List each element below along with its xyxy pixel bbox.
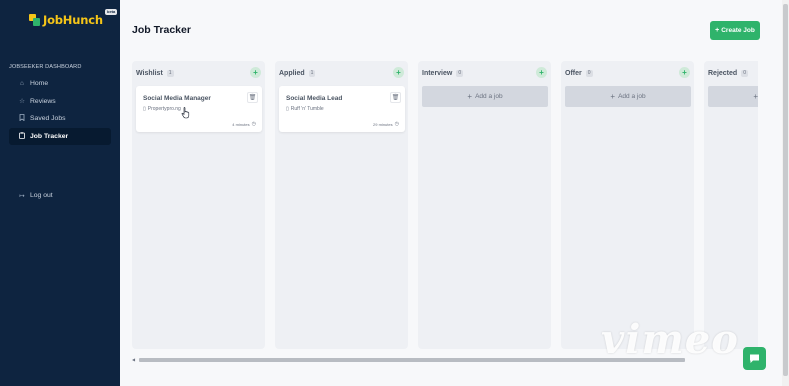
home-icon: ⌂ xyxy=(20,80,24,87)
add-job-button[interactable]: + Add a job xyxy=(565,86,691,107)
column-add-button[interactable]: + xyxy=(536,67,547,78)
column-add-button[interactable]: + xyxy=(250,67,261,78)
logout-label: Log out xyxy=(30,192,53,199)
page-title: Job Tracker xyxy=(132,24,191,36)
sidebar-item-label: Reviews xyxy=(30,97,56,105)
plus-icon: + xyxy=(715,27,720,34)
star-icon: ☆ xyxy=(19,98,25,105)
logo-mark-icon xyxy=(29,14,40,26)
column-interview: Interview 0 + + Add a job xyxy=(418,61,551,349)
time-label: 29 minutes xyxy=(373,121,393,127)
column-count-badge: 0 xyxy=(741,69,748,77)
job-title: Social Media Manager xyxy=(143,95,211,102)
column-count-badge: 0 xyxy=(456,69,464,77)
column-wishlist: Wishlist 1 + Social Media Manager ▯ Prop… xyxy=(132,61,265,349)
building-icon: ▯ xyxy=(143,106,146,112)
sidebar-nav: ⌂ Home ☆ Reviews Saved Jobs Job Tracker xyxy=(9,75,111,145)
hand-cursor-icon xyxy=(181,107,190,119)
add-job-label: Add a job xyxy=(475,93,503,100)
sidebar: JobHunch beta JOBSEEKER DASHBOARD ⌂ Home… xyxy=(0,0,120,386)
company-name: Propertypro.ng xyxy=(147,106,181,112)
company-name: Ruff 'n' Tumble xyxy=(290,106,324,112)
plus-icon: + xyxy=(610,92,616,101)
job-card[interactable]: Social Media Lead ▯ Ruff 'n' Tumble 🗑 29… xyxy=(279,86,405,132)
add-job-button[interactable]: + Add a job xyxy=(422,86,548,107)
column-count-badge: 0 xyxy=(585,69,593,77)
sidebar-item-label: Home xyxy=(30,80,49,87)
job-card[interactable]: Social Media Manager ▯ Propertypro.ng 🗑 … xyxy=(136,86,262,132)
column-header: Wishlist 1 xyxy=(136,68,174,78)
sidebar-item-home[interactable]: ⌂ Home xyxy=(9,75,111,92)
delete-icon[interactable]: 🗑 xyxy=(390,92,401,103)
clock-icon: ◷ xyxy=(394,121,399,127)
beta-badge: beta xyxy=(105,9,118,15)
column-title: Wishlist xyxy=(136,69,163,77)
job-board: Wishlist 1 + Social Media Manager ▯ Prop… xyxy=(132,61,758,349)
time-label: 4 minutes xyxy=(232,121,250,127)
sidebar-item-reviews[interactable]: ☆ Reviews xyxy=(9,93,111,110)
app-name: JobHunch xyxy=(43,13,103,27)
job-title: Social Media Lead xyxy=(286,95,343,102)
column-header: Offer 0 xyxy=(565,68,593,78)
add-job-label: Add a job xyxy=(618,93,646,100)
plus-icon: + xyxy=(467,92,473,101)
column-applied: Applied 1 + Social Media Lead ▯ Ruff 'n'… xyxy=(275,61,408,349)
column-title: Applied xyxy=(279,69,305,77)
column-add-button[interactable]: + xyxy=(393,67,404,78)
app-logo[interactable]: JobHunch beta xyxy=(29,9,118,27)
sidebar-item-label: Saved Jobs xyxy=(30,115,66,122)
bookmark-icon xyxy=(18,114,26,123)
add-job-button[interactable]: + Add a job xyxy=(708,86,758,107)
column-header: Rejected 0 xyxy=(708,68,748,78)
column-count-badge: 1 xyxy=(166,69,174,77)
logout-section: ↦ Log out xyxy=(9,187,111,205)
column-header: Interview 0 xyxy=(422,68,464,78)
sidebar-item-job-tracker[interactable]: Job Tracker xyxy=(9,127,111,145)
vertical-scrollbar[interactable] xyxy=(782,0,789,386)
scrollbar-thumb[interactable] xyxy=(783,4,788,376)
building-icon: ▯ xyxy=(286,106,289,112)
column-rejected: Rejected 0 + Add a job xyxy=(704,61,758,349)
column-add-button[interactable]: + xyxy=(679,67,690,78)
clipboard-icon xyxy=(18,131,26,141)
sidebar-item-label: Job Tracker xyxy=(30,132,69,140)
sidebar-heading: JOBSEEKER DASHBOARD xyxy=(9,64,82,70)
chat-button[interactable] xyxy=(743,347,766,370)
chat-icon xyxy=(750,354,759,363)
vimeo-watermark: vimeo xyxy=(601,316,739,363)
delete-icon[interactable]: 🗑 xyxy=(247,92,258,103)
job-time: 29 minutes ◷ xyxy=(373,121,399,127)
sidebar-item-saved-jobs[interactable]: Saved Jobs xyxy=(9,110,111,127)
job-company: ▯ Ruff 'n' Tumble xyxy=(286,106,324,112)
clock-icon: ◷ xyxy=(251,121,256,127)
job-company: ▯ Propertypro.ng xyxy=(143,106,181,112)
column-offer: Offer 0 + + Add a job xyxy=(561,61,694,349)
column-header: Applied 1 xyxy=(279,68,316,78)
create-job-button[interactable]: + Create Job xyxy=(710,21,760,40)
create-job-label: Create Job xyxy=(721,27,755,34)
logout-icon: ↦ xyxy=(19,192,25,200)
job-time: 4 minutes ◷ xyxy=(232,121,256,127)
column-count-badge: 1 xyxy=(308,69,316,77)
plus-icon: + xyxy=(753,92,758,101)
column-title: Interview xyxy=(422,69,453,77)
scroll-left-icon[interactable]: ◀ xyxy=(132,357,138,363)
logout-button[interactable]: ↦ Log out xyxy=(9,187,111,204)
column-title: Rejected xyxy=(708,69,738,77)
column-title: Offer xyxy=(565,69,582,77)
